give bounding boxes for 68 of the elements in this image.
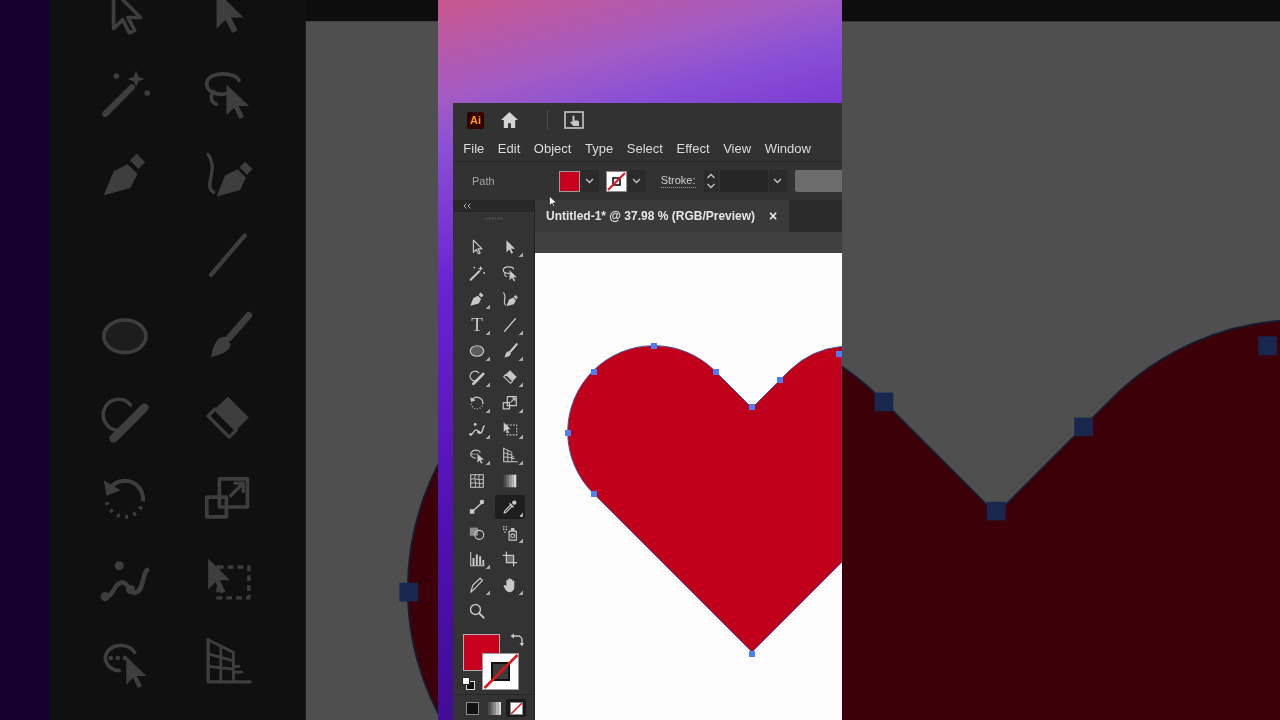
spray-can-icon bbox=[501, 524, 519, 542]
circle-pencil-icon bbox=[468, 368, 486, 386]
menu-item[interactable]: Window bbox=[757, 141, 818, 157]
anchor-point-handle[interactable] bbox=[777, 377, 783, 383]
anchor-point-handle[interactable] bbox=[565, 430, 571, 436]
grip-dots-icon[interactable] bbox=[484, 216, 503, 220]
menu-item[interactable]: Effect bbox=[669, 141, 717, 157]
gradient-square-icon bbox=[487, 701, 501, 715]
menu-item[interactable]: File bbox=[456, 141, 492, 157]
menu-item[interactable]: View bbox=[716, 141, 758, 157]
fill-dropdown-button[interactable] bbox=[580, 170, 599, 192]
menu-item[interactable]: Edit bbox=[491, 141, 528, 157]
swap-arrows-icon[interactable] bbox=[510, 633, 524, 647]
curly-pin-icon bbox=[468, 420, 486, 438]
collapse-icon[interactable] bbox=[463, 203, 471, 209]
bar-chart-icon bbox=[468, 550, 486, 568]
tool-button[interactable] bbox=[495, 495, 525, 519]
anchor-point-handle[interactable] bbox=[749, 651, 755, 657]
caret-icon bbox=[773, 178, 782, 184]
close-tab-button[interactable]: × bbox=[769, 209, 778, 223]
menu-item[interactable]: Object bbox=[527, 141, 579, 157]
none-mode-button[interactable] bbox=[506, 699, 526, 717]
selection-type-label: Path bbox=[472, 175, 495, 187]
ellipse-icon bbox=[468, 342, 486, 360]
curvy-pen-icon bbox=[501, 290, 519, 308]
bubble-arrow-icon bbox=[468, 446, 486, 464]
stroke-swatch[interactable] bbox=[605, 170, 627, 192]
arrow-box-icon bbox=[501, 420, 519, 438]
anchor-point-handle[interactable] bbox=[713, 369, 719, 375]
solid-square-icon bbox=[465, 701, 479, 715]
anchor-point-handle[interactable] bbox=[749, 404, 755, 410]
mesh-grid-icon bbox=[468, 472, 486, 490]
no-color-icon bbox=[509, 701, 523, 715]
fill-stroke-control[interactable] bbox=[462, 632, 524, 690]
pencil-icon bbox=[468, 576, 486, 594]
eraser-icon bbox=[501, 368, 519, 386]
caret-icon bbox=[585, 178, 595, 184]
home-icon[interactable] bbox=[500, 111, 519, 129]
default-colors-icon[interactable] bbox=[462, 677, 475, 690]
perspective-grid-icon bbox=[501, 446, 519, 464]
document-tab[interactable]: Untitled-1* @ 37.98 % (RGB/Preview) × bbox=[535, 200, 790, 232]
magic-wand-icon bbox=[468, 264, 486, 282]
anchor-point-handle[interactable] bbox=[651, 343, 657, 349]
scale-squares-icon bbox=[501, 394, 519, 412]
menu-item[interactable]: Select bbox=[620, 141, 670, 157]
spinner-icon[interactable] bbox=[703, 170, 718, 192]
frame-cursor-icon[interactable] bbox=[564, 111, 584, 129]
mouse-pointer-icon bbox=[548, 195, 558, 208]
pen-nib-icon bbox=[468, 290, 486, 308]
input-field[interactable] bbox=[794, 170, 842, 192]
zoom-icon bbox=[468, 602, 486, 620]
heart-shape[interactable] bbox=[567, 345, 842, 653]
anchor-point-handle[interactable] bbox=[591, 369, 597, 375]
stroke-label[interactable]: Stroke: bbox=[660, 174, 696, 188]
fill-swatch[interactable] bbox=[558, 170, 580, 192]
anchor-point-handle[interactable] bbox=[591, 491, 597, 497]
anchor-point-handle[interactable] bbox=[836, 351, 842, 357]
line-icon bbox=[501, 316, 519, 334]
menu-item[interactable]: Type bbox=[578, 141, 620, 157]
stroke-weight-dropdown-button[interactable] bbox=[768, 170, 787, 192]
caret-icon bbox=[632, 178, 642, 184]
app-logo: Ai bbox=[467, 111, 484, 129]
lasso-arrow-icon bbox=[501, 264, 519, 282]
gradient-square-icon bbox=[501, 472, 519, 490]
crop-frame-icon bbox=[501, 550, 519, 568]
eyedropper-icon bbox=[501, 498, 519, 516]
linked-shapes-icon bbox=[468, 498, 486, 516]
rotate-arrow-icon bbox=[468, 394, 486, 412]
